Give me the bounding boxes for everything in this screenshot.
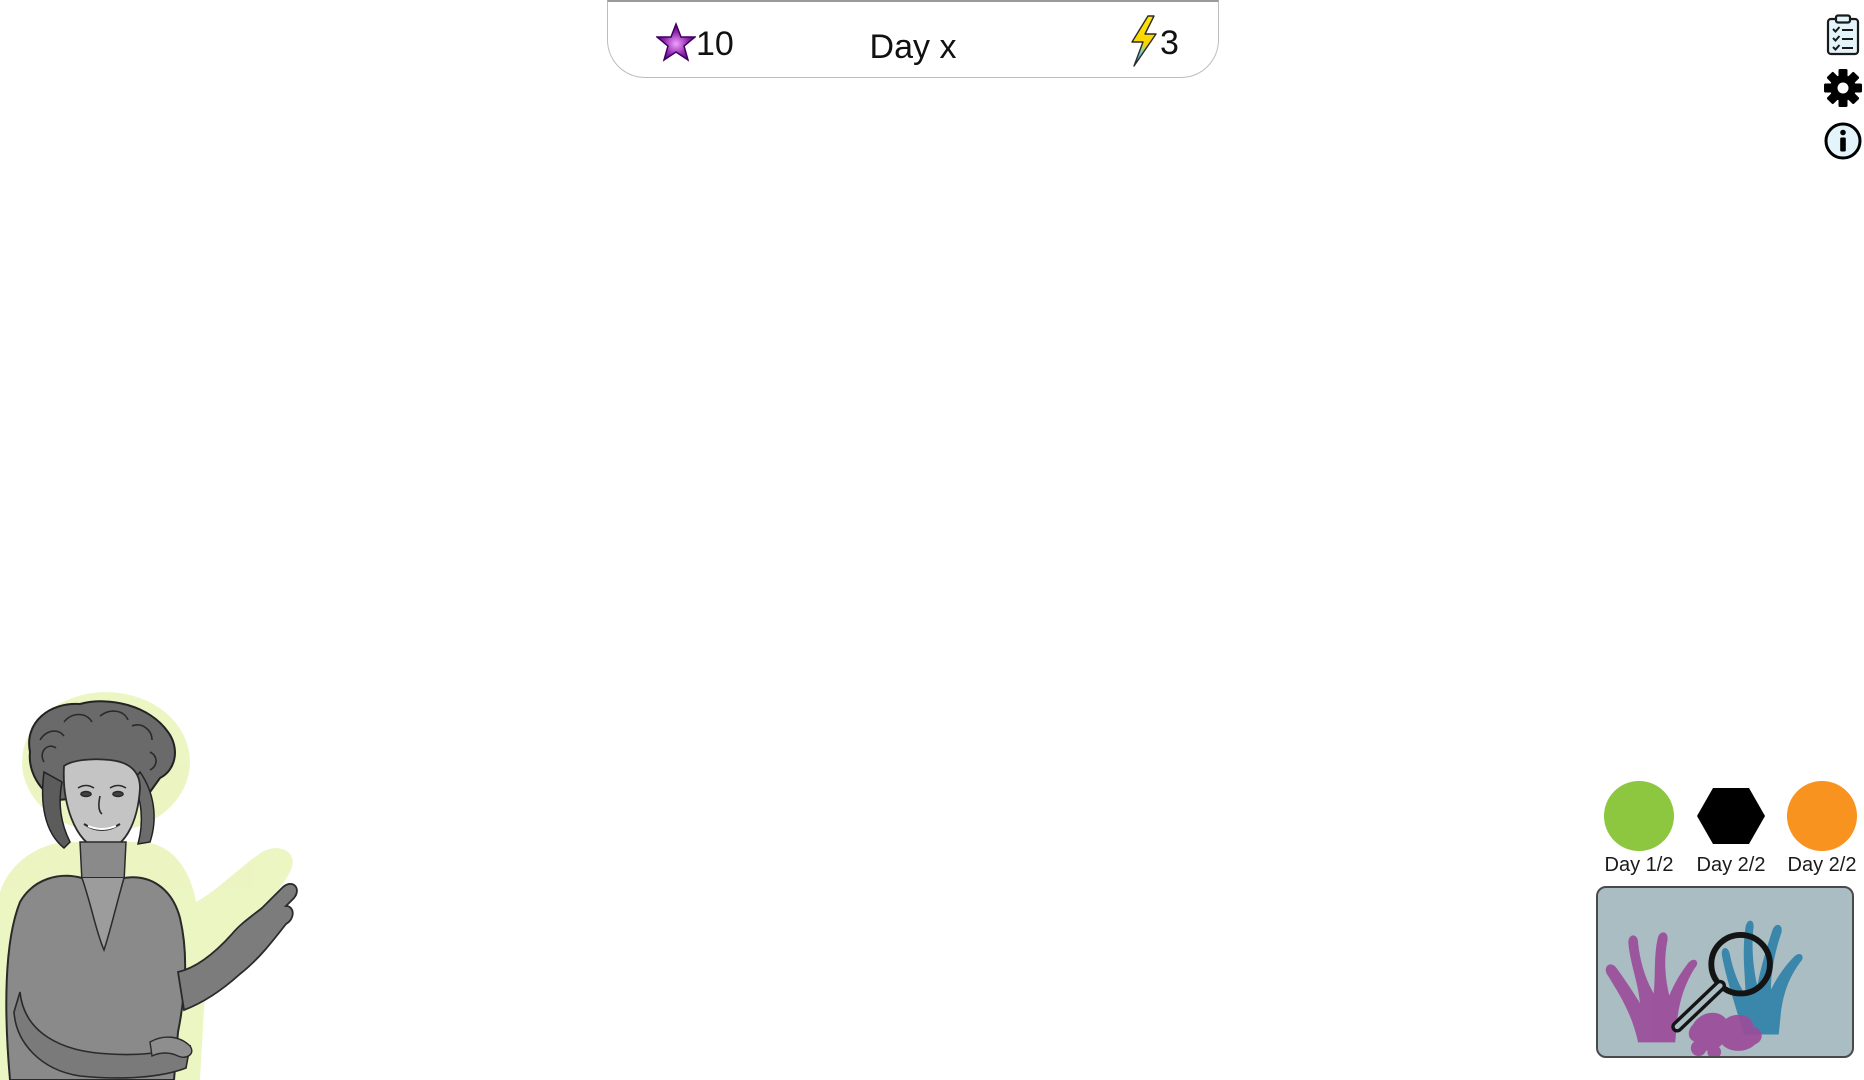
energy-value: 3 — [1160, 24, 1179, 62]
green-circle-token — [1604, 781, 1674, 851]
objective-item[interactable]: Day 2/2 — [1686, 780, 1776, 877]
objective-label: Day 2/2 — [1787, 854, 1857, 876]
energy-counter: 3 — [1126, 14, 1179, 73]
settings-button[interactable] — [1822, 67, 1864, 113]
objective-label: Day 1/2 — [1604, 854, 1674, 876]
info-button[interactable] — [1822, 120, 1864, 166]
lightning-icon — [1126, 14, 1160, 73]
objective-item[interactable]: Day 2/2 — [1777, 780, 1864, 877]
objective-item[interactable]: Day 1/2 — [1594, 780, 1684, 877]
info-icon — [1823, 120, 1863, 167]
game-screen: 10 Day x 3 Day 1/2 Day 2/2 Day 2/2 — [0, 0, 1864, 1080]
orange-circle-token — [1787, 781, 1857, 851]
side-toolbar — [1822, 13, 1864, 173]
coral-inspect-illustration — [1605, 920, 1803, 1056]
objectives-tracker: Day 1/2 Day 2/2 Day 2/2 — [1594, 780, 1864, 876]
clipboard-checklist-icon — [1823, 13, 1863, 61]
objective-label: Day 2/2 — [1696, 854, 1766, 876]
black-hexagon-token — [1697, 788, 1765, 844]
gear-icon — [1823, 67, 1863, 114]
top-hud: 10 Day x 3 — [607, 0, 1219, 78]
inspect-panel[interactable] — [1596, 886, 1854, 1058]
guide-character — [0, 692, 320, 1080]
tasks-button[interactable] — [1822, 13, 1864, 61]
